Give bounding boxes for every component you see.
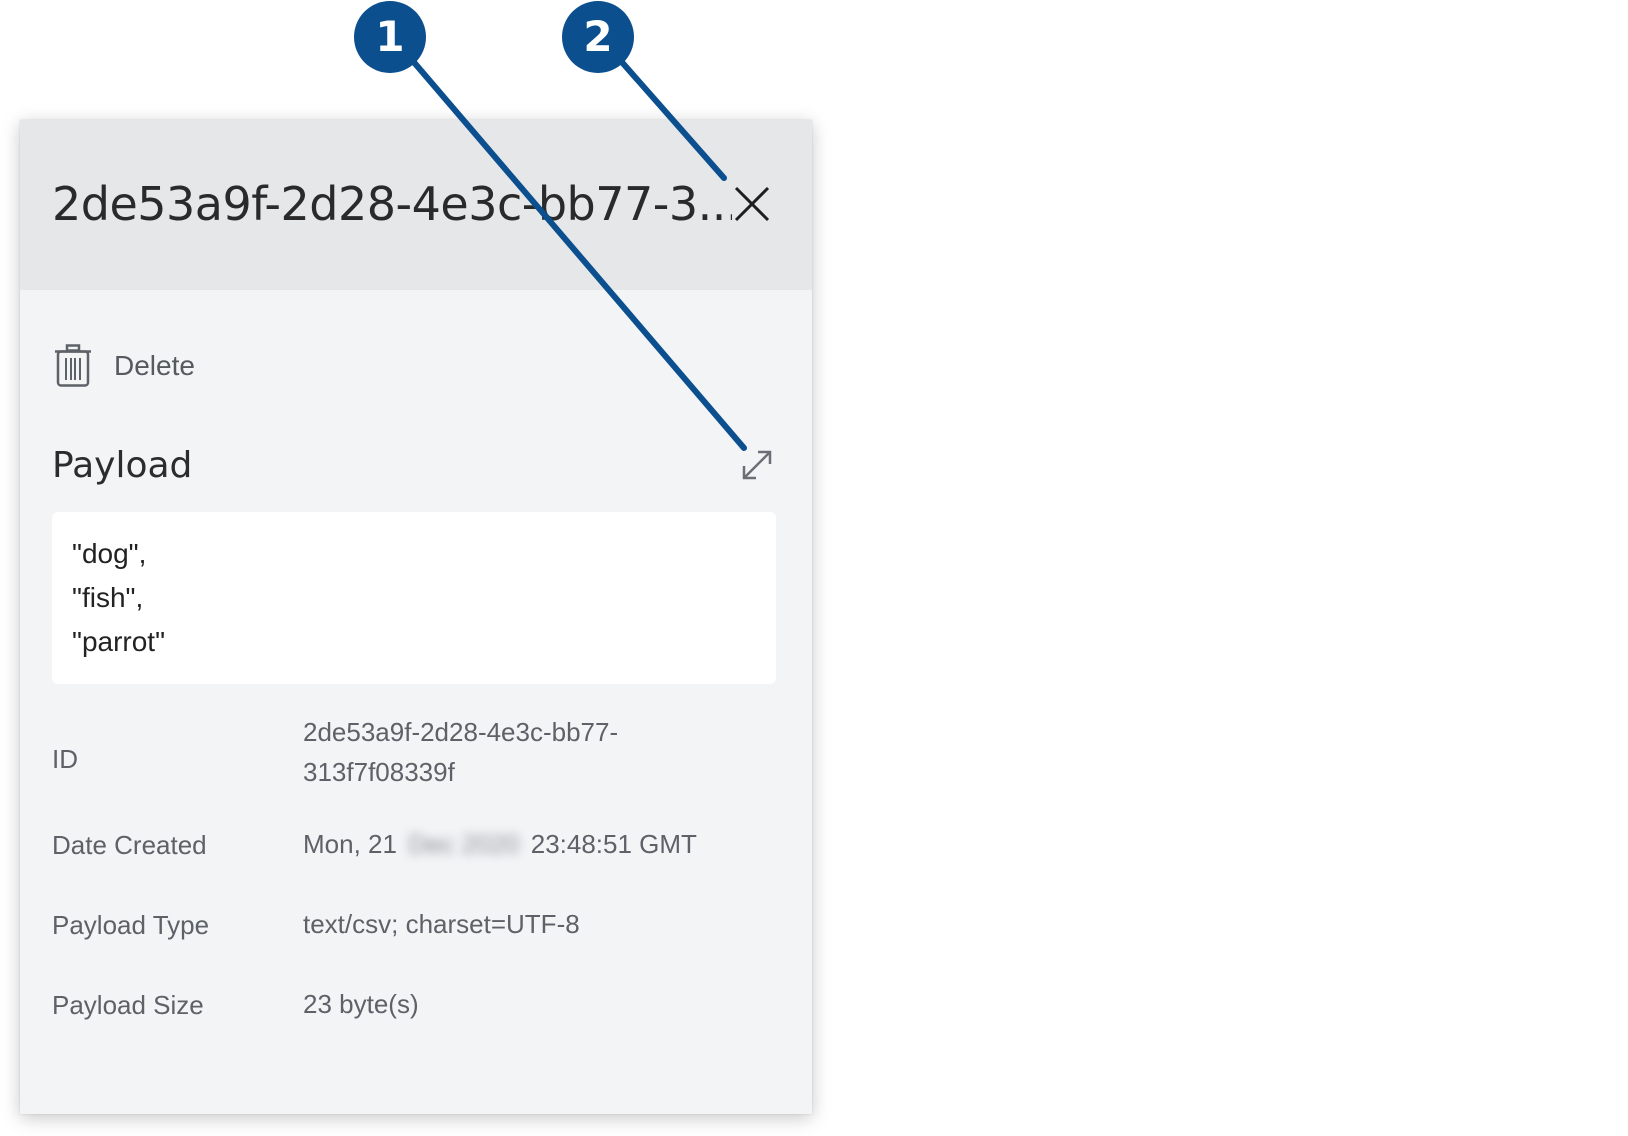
payload-line: "fish",: [72, 582, 144, 613]
callout-2: 2: [562, 1, 634, 73]
date-prefix: Mon, 21: [303, 829, 397, 859]
payload-line: "dog",: [72, 538, 147, 569]
trash-icon: [55, 344, 91, 387]
close-icon: [734, 186, 770, 222]
date-redacted: Dec 2020: [408, 829, 520, 859]
id-value-line1: 2de53a9f-2d28-4e3c-bb77-: [303, 717, 619, 747]
message-detail-panel: 2de53a9f-2d28-4e3c-bb77-3... Delete Payl…: [20, 120, 812, 1114]
stage: 2de53a9f-2d28-4e3c-bb77-3... Delete Payl…: [0, 0, 1628, 1136]
delete-button[interactable]: Delete: [54, 342, 195, 390]
payload-preview: "dog", "fish", "parrot": [52, 512, 776, 684]
payload-heading: Payload: [52, 445, 193, 486]
detail-label-payload-size: Payload Size: [52, 990, 204, 1020]
id-value-line2: 313f7f08339f: [303, 757, 455, 787]
payload-line: "parrot": [72, 626, 166, 657]
detail-value-id: 2de53a9f-2d28-4e3c-bb77- 313f7f08339f: [303, 712, 618, 792]
panel-header: 2de53a9f-2d28-4e3c-bb77-3...: [20, 120, 812, 290]
detail-value-date-created: Mon, 21 Dec 2020 23:48:51 GMT: [303, 824, 697, 864]
expand-payload-button[interactable]: [740, 448, 774, 482]
close-button[interactable]: [730, 182, 774, 226]
detail-label-id: ID: [52, 744, 78, 774]
callout-1: 1: [354, 1, 426, 73]
detail-label-payload-type: Payload Type: [52, 910, 210, 940]
detail-label-date-created: Date Created: [52, 830, 207, 860]
panel-title: 2de53a9f-2d28-4e3c-bb77-3...: [52, 177, 732, 231]
detail-value-payload-type: text/csv; charset=UTF-8: [303, 909, 580, 939]
detail-value-payload-size: 23 byte(s): [303, 989, 419, 1019]
payload-content: "dog", "fish", "parrot": [72, 532, 165, 664]
date-suffix: 23:48:51 GMT: [530, 829, 697, 859]
expand-icon: [742, 450, 772, 480]
delete-label: Delete: [114, 350, 195, 381]
